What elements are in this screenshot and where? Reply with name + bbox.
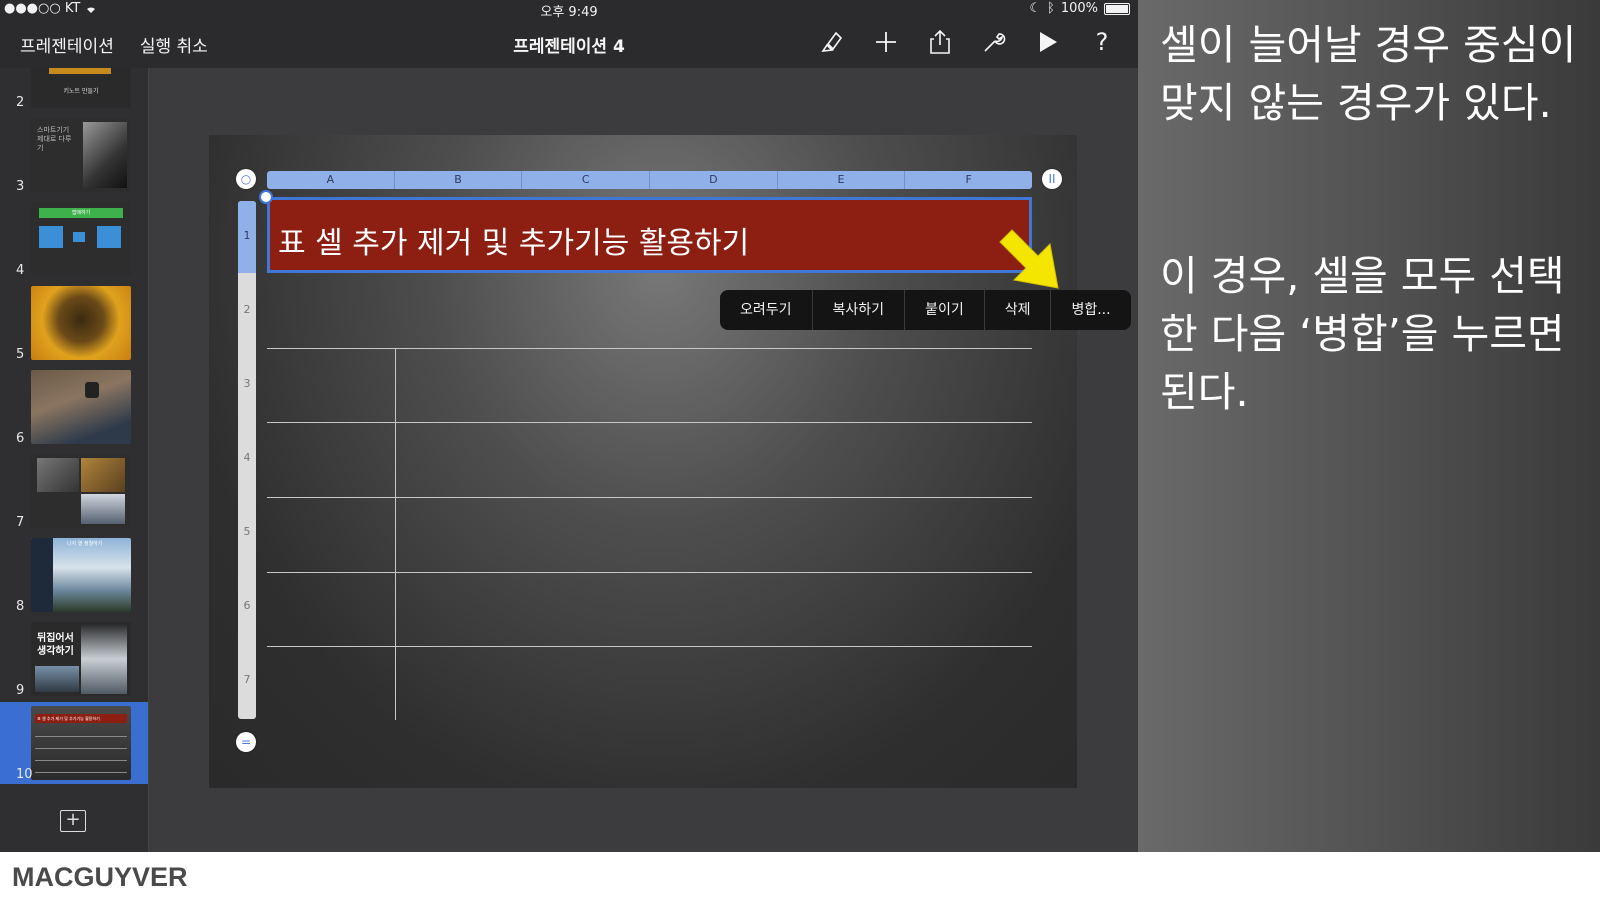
status-bar: ●●●○○ KT 오후 9:49 ☾ ᛒ 100% xyxy=(0,0,1138,20)
yellow-arrow-icon xyxy=(999,229,1059,289)
column-header-e[interactable]: E xyxy=(778,171,906,189)
row-header-7[interactable]: 7 xyxy=(238,673,256,686)
slide-thumb xyxy=(31,286,131,360)
add-row-knob[interactable]: = xyxy=(236,732,256,752)
toolbar: 프레젠테이션 실행 취소 프레젠테이션 4 ? xyxy=(0,18,1138,68)
bluetooth-icon: ᛒ xyxy=(1047,1,1055,16)
slide-thumb: 앱매하기 xyxy=(31,202,131,276)
row-header-6[interactable]: 6 xyxy=(238,599,256,612)
presentations-back-button[interactable]: 프레젠테이션 xyxy=(20,32,114,57)
table-title-text: 표 셀 추가 제거 및 추가기능 활용하기 xyxy=(278,226,750,261)
slide-thumb xyxy=(31,370,131,444)
paste-menu-item[interactable]: 붙이기 xyxy=(905,290,985,330)
row-header-5[interactable]: 5 xyxy=(238,525,256,538)
slide-thumbnail-8[interactable]: 나지 열 정렬하기 8 xyxy=(0,534,148,616)
column-header-d[interactable]: D xyxy=(650,171,778,189)
add-icon[interactable] xyxy=(872,28,900,56)
document-title[interactable]: 프레젠테이션 4 xyxy=(513,37,625,57)
wrench-icon[interactable] xyxy=(980,28,1008,56)
add-slide-button[interactable]: + xyxy=(60,810,86,832)
copy-menu-item[interactable]: 복사하기 xyxy=(813,290,906,330)
table-row-line xyxy=(267,497,1032,498)
slide-thumbnail-2[interactable]: 키노트 만들기 2 xyxy=(0,68,148,112)
moon-icon: ☾ xyxy=(1029,1,1042,16)
row-header-bar: 1 2 3 4 5 6 7 xyxy=(238,201,256,719)
slide-thumbnail-9[interactable]: 뒤집어서 생각하기 9 xyxy=(0,618,148,700)
ipad-screen: ●●●○○ KT 오후 9:49 ☾ ᛒ 100% 프레젠테이션 실행 취소 프… xyxy=(0,0,1138,852)
brand-logo: MACGUYVER xyxy=(12,862,188,892)
slide-thumb: 표 셀 추가 제거 및 추가기능 활용하기 xyxy=(31,706,131,780)
table-select-knob[interactable]: ○ xyxy=(236,169,256,189)
add-column-knob[interactable]: II xyxy=(1042,169,1062,189)
table-title-cell[interactable]: 표 셀 추가 제거 및 추가기능 활용하기 xyxy=(267,197,1032,273)
caption-panel: 셀이 늘어날 경우 중심이 맞지 않는 경우가 있다. 이 경우, 셀을 모두 … xyxy=(1138,0,1600,852)
cut-menu-item[interactable]: 오려두기 xyxy=(720,290,813,330)
play-icon[interactable] xyxy=(1034,28,1062,56)
undo-button[interactable]: 실행 취소 xyxy=(140,32,208,57)
column-header-f[interactable]: F xyxy=(905,171,1032,189)
slide-thumb xyxy=(31,454,131,528)
table-row-line xyxy=(267,422,1032,423)
slide-thumb: 스마트기기 제대로 다루기 xyxy=(31,118,131,192)
table-row-line xyxy=(267,348,1032,349)
slide-thumbnail-5[interactable]: 5 xyxy=(0,282,148,364)
row-header-1[interactable]: 1 xyxy=(238,229,256,242)
column-header-b[interactable]: B xyxy=(395,171,523,189)
table-row-line xyxy=(267,572,1032,573)
battery-percent: 100% xyxy=(1060,1,1098,16)
row-header-4[interactable]: 4 xyxy=(238,451,256,464)
table-column-line xyxy=(395,348,396,720)
slide-thumb: 키노트 만들기 xyxy=(31,68,131,108)
slide-thumbnail-6[interactable]: 6 xyxy=(0,366,148,448)
caption-paragraph-2: 이 경우, 셀을 모두 선택한 다음 ‘병합’을 누르면 된다. xyxy=(1160,252,1565,416)
footer: MACGUYVER xyxy=(0,852,1600,900)
selection-handle[interactable] xyxy=(259,190,273,204)
slide-thumb: 나지 열 정렬하기 xyxy=(31,538,131,612)
slide-thumbnail-10[interactable]: 표 셀 추가 제거 및 추가기능 활용하기 10 xyxy=(0,702,148,784)
battery-icon xyxy=(1104,2,1130,15)
slide-thumbnail-3[interactable]: 스마트기기 제대로 다루기 3 xyxy=(0,114,148,196)
slide-thumbnail-7[interactable]: 7 xyxy=(0,450,148,532)
column-header-c[interactable]: C xyxy=(522,171,651,189)
table-row-line xyxy=(267,646,1032,647)
slide-navigator: 키노트 만들기 2 스마트기기 제대로 다루기 3 앱매하기 4 5 6 7 나… xyxy=(0,68,149,852)
share-icon[interactable] xyxy=(926,28,954,56)
slide-thumb: 뒤집어서 생각하기 xyxy=(31,622,131,696)
column-header-bar: A B C D E F xyxy=(267,171,1032,189)
caption-paragraph-1: 셀이 늘어날 경우 중심이 맞지 않는 경우가 있다. xyxy=(1160,21,1577,127)
column-header-a[interactable]: A xyxy=(267,171,395,189)
row-header-3[interactable]: 3 xyxy=(238,377,256,390)
slide-thumbnail-4[interactable]: 앱매하기 4 xyxy=(0,198,148,280)
format-brush-icon[interactable] xyxy=(818,28,846,56)
row-header-2[interactable]: 2 xyxy=(238,303,256,316)
help-icon[interactable]: ? xyxy=(1088,28,1116,56)
